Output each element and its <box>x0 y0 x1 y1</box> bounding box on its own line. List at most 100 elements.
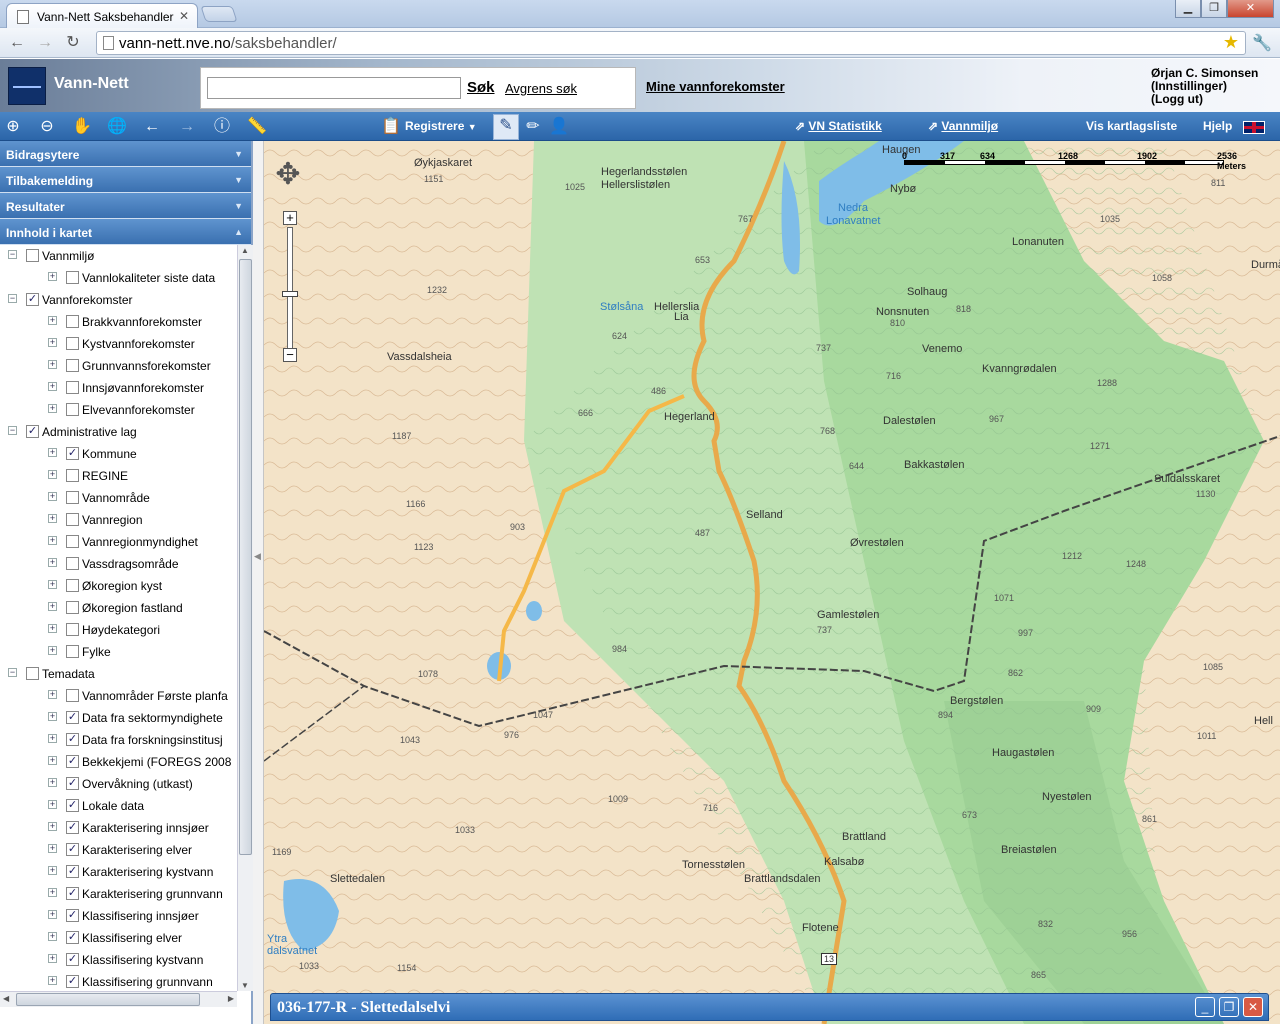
layer-checkbox[interactable] <box>66 271 79 284</box>
tree-node[interactable]: + ✓ Karakterisering kystvann <box>0 861 237 883</box>
layer-checkbox[interactable] <box>66 623 79 636</box>
tree-node[interactable]: + ✓ Overvåkning (utkast) <box>0 773 237 795</box>
zoom-in-button[interactable]: + <box>283 211 297 225</box>
expand-icon[interactable]: + <box>48 558 57 567</box>
expand-icon[interactable]: + <box>48 272 57 281</box>
layer-checkbox[interactable]: ✓ <box>66 975 79 988</box>
layer-checkbox[interactable]: ✓ <box>26 293 39 306</box>
expand-icon[interactable]: + <box>48 448 57 457</box>
tab-close-icon[interactable]: ✕ <box>179 9 189 23</box>
tree-node[interactable]: + Brakkvannforekomster <box>0 311 237 333</box>
layer-checkbox[interactable] <box>66 315 79 328</box>
expand-icon[interactable]: + <box>48 382 57 391</box>
layer-checkbox[interactable]: ✓ <box>66 733 79 746</box>
register-menu[interactable]: Registrere ▼ <box>405 119 477 133</box>
help-link[interactable]: Hjelp <box>1203 119 1232 133</box>
reload-icon[interactable]: ↻ <box>62 33 84 53</box>
expand-icon[interactable]: + <box>48 712 57 721</box>
layer-checkbox[interactable] <box>66 469 79 482</box>
measure-ruler-icon[interactable]: 📏 <box>246 116 268 138</box>
expand-icon[interactable]: + <box>48 360 57 369</box>
layer-checkbox[interactable]: ✓ <box>66 821 79 834</box>
expand-icon[interactable]: + <box>48 910 57 919</box>
refine-search-link[interactable]: Avgrens søk <box>505 81 577 96</box>
expand-icon[interactable]: + <box>48 602 57 611</box>
expand-icon[interactable]: + <box>48 822 57 831</box>
new-tab-button[interactable] <box>200 6 238 22</box>
layer-checkbox[interactable]: ✓ <box>66 865 79 878</box>
tree-node[interactable]: − Vannmiljø <box>0 245 237 267</box>
expand-icon[interactable]: + <box>48 778 57 787</box>
layer-checkbox[interactable] <box>66 337 79 350</box>
layer-checkbox[interactable] <box>26 249 39 262</box>
search-button[interactable]: Søk <box>467 79 495 96</box>
layer-checkbox[interactable]: ✓ <box>66 931 79 944</box>
add-user-icon[interactable]: 👤 <box>548 116 570 138</box>
expand-icon[interactable]: + <box>48 338 57 347</box>
info-window-titlebar[interactable]: 036-177-R - Slettedalselvi _ ❐ ✕ <box>270 993 1269 1021</box>
tree-node[interactable]: + ✓ Klassifisering innsjøer <box>0 905 237 927</box>
pan-hand-icon[interactable]: ✋ <box>71 116 93 138</box>
maximize-icon[interactable]: ❐ <box>1219 997 1239 1017</box>
zoom-in-icon[interactable]: ⊕ <box>2 116 24 138</box>
collapse-icon[interactable]: − <box>8 250 17 259</box>
expand-icon[interactable]: + <box>48 492 57 501</box>
section-bidragsytere[interactable]: Bidragsytere ▼ <box>0 141 251 167</box>
layer-checkbox[interactable] <box>66 491 79 504</box>
tree-node[interactable]: + ✓ Bekkekjemi (FOREGS 2008 <box>0 751 237 773</box>
expand-icon[interactable]: + <box>48 470 57 479</box>
english-flag-icon[interactable] <box>1243 121 1265 134</box>
previous-extent-icon[interactable]: ← <box>141 116 163 138</box>
tree-node[interactable]: + Kystvannforekomster <box>0 333 237 355</box>
collapse-icon[interactable]: − <box>8 426 17 435</box>
tree-node[interactable]: + ✓ Klassifisering kystvann <box>0 949 237 971</box>
zoom-out-icon[interactable]: ⊖ <box>36 116 58 138</box>
scroll-up-icon[interactable]: ▲ <box>241 246 249 255</box>
layer-checkbox[interactable] <box>66 689 79 702</box>
forward-icon[interactable]: → <box>34 33 56 53</box>
tree-node[interactable]: + Vannregionmyndighet <box>0 531 237 553</box>
tree-node[interactable]: + Grunnvannsforekomster <box>0 355 237 377</box>
expand-icon[interactable]: + <box>48 624 57 633</box>
layer-checkbox[interactable]: ✓ <box>26 425 39 438</box>
tree-node[interactable]: + ✓ Karakterisering elver <box>0 839 237 861</box>
layer-checkbox[interactable] <box>66 645 79 658</box>
scroll-down-icon[interactable]: ▼ <box>241 981 249 990</box>
tree-node[interactable]: − ✓ Administrative lag <box>0 421 237 443</box>
section-tilbakemelding[interactable]: Tilbakemelding ▼ <box>0 167 251 193</box>
layer-checkbox[interactable] <box>66 557 79 570</box>
draw-line-tool-icon[interactable]: ✎ <box>493 114 519 140</box>
layer-checkbox[interactable] <box>66 359 79 372</box>
tree-node[interactable]: + Vassdragsområde <box>0 553 237 575</box>
zoom-out-button[interactable]: − <box>283 348 297 362</box>
collapse-arrow-icon[interactable]: ◀ <box>254 551 261 562</box>
expand-icon[interactable]: + <box>48 888 57 897</box>
tree-node[interactable]: + Høydekategori <box>0 619 237 641</box>
layer-checkbox[interactable] <box>66 381 79 394</box>
expand-icon[interactable]: + <box>48 976 57 985</box>
tree-node[interactable]: + Økoregion kyst <box>0 575 237 597</box>
minimize-window-icon[interactable]: ▁ <box>1175 0 1201 18</box>
tree-node[interactable]: + ✓ Karakterisering innsjøer <box>0 817 237 839</box>
layer-checkbox[interactable] <box>26 667 39 680</box>
register-icon[interactable]: 📋 <box>380 116 402 138</box>
tree-node[interactable]: + Vannlokaliteter siste data <box>0 267 237 289</box>
scroll-left-icon[interactable]: ◀ <box>3 994 9 1003</box>
close-window-icon[interactable]: ✕ <box>1227 0 1274 18</box>
back-icon[interactable]: ← <box>6 33 28 53</box>
tree-node[interactable]: + ✓ Klassifisering elver <box>0 927 237 949</box>
tree-node[interactable]: + Vannområde <box>0 487 237 509</box>
vn-statistikk-link[interactable]: ⇗ VN Statistikk <box>795 119 882 133</box>
layer-checkbox[interactable]: ✓ <box>66 843 79 856</box>
wrench-icon[interactable]: 🔧 <box>1252 33 1272 53</box>
expand-icon[interactable]: + <box>48 734 57 743</box>
layer-checkbox[interactable]: ✓ <box>66 909 79 922</box>
expand-icon[interactable]: + <box>48 404 57 413</box>
expand-icon[interactable]: + <box>48 954 57 963</box>
collapse-icon[interactable]: − <box>8 668 17 677</box>
layer-checkbox[interactable]: ✓ <box>66 799 79 812</box>
tree-node[interactable]: + Vannområder Første planfa <box>0 685 237 707</box>
tree-node[interactable]: − ✓ Vannforekomster <box>0 289 237 311</box>
next-extent-icon[interactable]: → <box>176 116 198 138</box>
layer-checkbox[interactable]: ✓ <box>66 447 79 460</box>
